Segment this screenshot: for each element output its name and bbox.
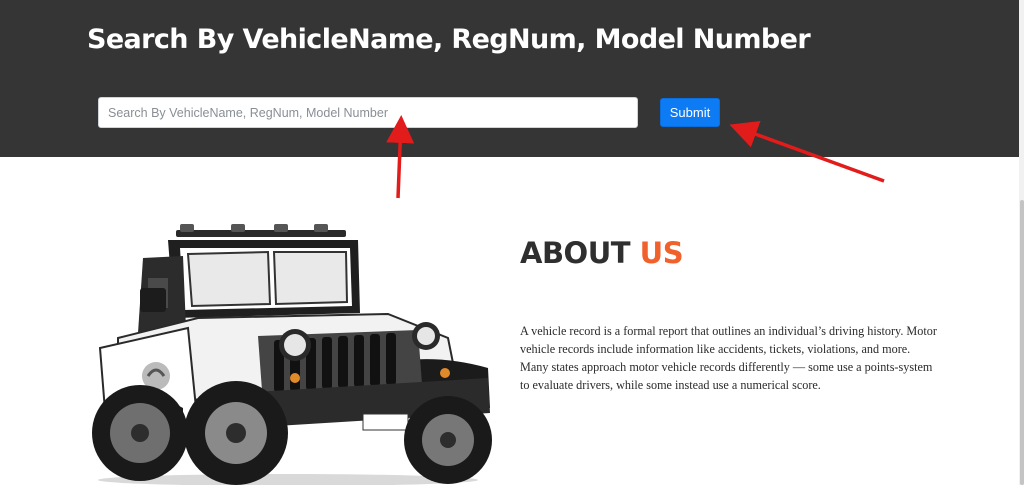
search-input[interactable] — [98, 97, 638, 128]
page-title: Search By VehicleName, RegNum, Model Num… — [87, 24, 811, 55]
submit-button[interactable]: Submit — [660, 98, 720, 127]
about-heading-accent-word: US — [639, 236, 684, 270]
jeep-image — [92, 224, 492, 485]
search-hero-section: Search By VehicleName, RegNum, Model Num… — [0, 0, 1019, 157]
scrollbar-thumb[interactable] — [1020, 200, 1024, 485]
about-us-description: A vehicle record is a formal report that… — [520, 324, 937, 392]
about-heading-word: ABOUT — [520, 236, 631, 270]
about-us-heading: ABOUT US — [520, 236, 684, 270]
